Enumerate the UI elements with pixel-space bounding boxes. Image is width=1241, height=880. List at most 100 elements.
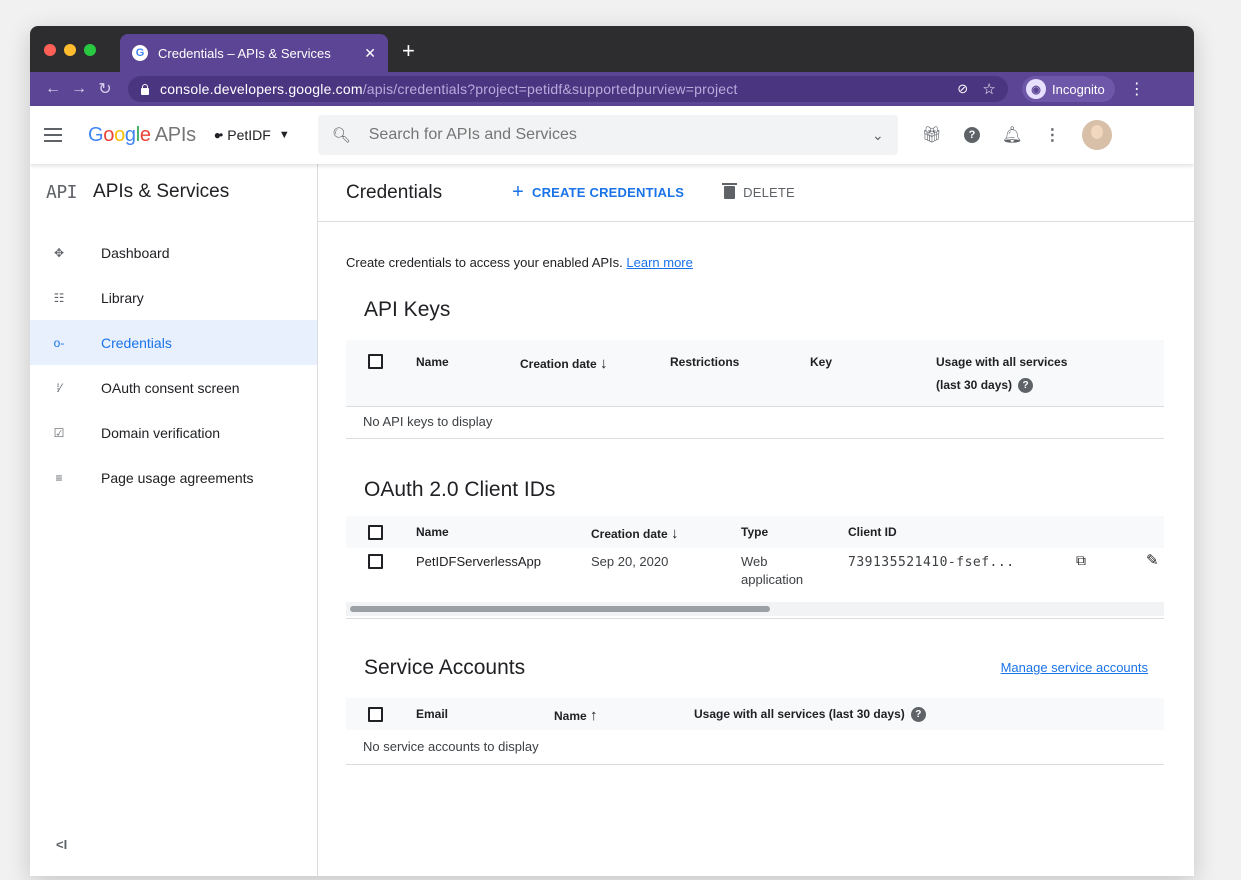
google-favicon-icon: G [132,45,148,61]
divider [346,764,1164,765]
create-credentials-button[interactable]: + CREATE CREDENTIALS [512,181,684,204]
bookmark-star-icon[interactable]: ☆ [982,80,996,98]
sidebar-title: API APIs & Services [30,164,317,220]
window-controls [44,44,96,56]
client-id: 739135521410-fsef... [848,555,1015,570]
url-host: console.developers.google.com [160,81,363,97]
manage-service-accounts-link[interactable]: Manage service accounts [1001,660,1148,675]
main-area: API APIs & Services ✥ Dashboard ☷ Librar… [30,164,1194,876]
browser-window: G Credentials – APIs & Services ✕ + ← → … [30,26,1194,876]
chevron-down-icon[interactable]: ⌄ [872,127,884,144]
lock-icon [140,83,150,95]
delete-button[interactable]: DELETE [722,183,795,200]
scrollbar-thumb[interactable] [350,606,770,612]
help-icon[interactable]: ? [964,127,981,143]
learn-more-link[interactable]: Learn more [626,255,692,270]
client-name[interactable]: PetIDFServerlessApp [416,554,541,569]
sidebar: API APIs & Services ✥ Dashboard ☷ Librar… [30,164,318,876]
sidebar-item-label: Domain verification [101,424,221,441]
sidebar-item-page-usage[interactable]: ≡ Page usage agreements [30,455,317,500]
tracking-off-icon[interactable]: ⊘ [957,81,968,97]
copy-icon[interactable]: ⧉ [1076,552,1086,569]
logo-apis-text: APIs [154,123,196,146]
divider [346,438,1164,439]
col-name[interactable]: Name [416,355,449,369]
content-header: Credentials + CREATE CREDENTIALS DELETE [318,164,1194,222]
divider [346,618,1164,619]
arrow-down-icon: ↓ [671,525,679,542]
google-apis-logo[interactable]: Google APIs [88,124,196,147]
delete-label: DELETE [743,185,795,200]
sidebar-item-domain-verification[interactable]: ☑ Domain verification [30,410,317,455]
page-title: Credentials [346,181,443,203]
col-name[interactable]: Name ↑ [554,707,598,724]
col-name[interactable]: Name [416,525,449,539]
plus-icon: + [512,181,524,203]
api-keys-table-header: Name Creation date ↓ Restrictions Key Us… [346,340,1164,406]
arrow-up-icon: ↑ [590,707,598,724]
library-icon: ☷ [53,290,65,305]
select-all-checkbox[interactable] [368,707,383,722]
col-usage[interactable]: Usage with all services [936,355,1067,369]
sidebar-item-oauth-consent[interactable]: ⁞⁄ OAuth consent screen [30,365,317,410]
sidebar-item-label: Page usage agreements [101,469,254,486]
sidebar-title-text: APIs & Services [93,181,230,202]
edit-pencil-icon[interactable]: ✎ [1146,551,1159,569]
maximize-window-button[interactable] [84,44,96,56]
col-usage-period: (last 30 days)? [936,378,1034,394]
tab-title: Credentials – APIs & Services [158,45,331,61]
create-credentials-label: CREATE CREDENTIALS [532,185,685,200]
browser-tab[interactable]: G Credentials – APIs & Services ✕ [120,34,388,72]
horizontal-scrollbar[interactable] [346,602,1164,616]
col-key[interactable]: Key [810,355,832,369]
help-icon[interactable]: ? [910,707,926,723]
checkbox-icon: ☑ [53,425,65,440]
project-selector[interactable]: ●• PetIDF ▼ [214,127,290,143]
menu-icon[interactable] [44,128,64,142]
col-creation-date[interactable]: Creation date ↓ [591,525,679,542]
url-field[interactable]: console.developers.google.com/apis/crede… [128,76,1008,102]
content-pane: Credentials + CREATE CREDENTIALS DELETE … [318,164,1194,876]
trash-icon [722,183,738,199]
close-window-button[interactable] [44,44,56,56]
select-all-checkbox[interactable] [368,525,383,540]
more-options-icon[interactable]: ⋮ [1044,125,1060,145]
new-tab-button[interactable]: + [402,38,415,64]
row-checkbox[interactable] [368,554,383,569]
oauth-table-header: Name Creation date ↓ Type Client ID [346,516,1164,548]
col-email[interactable]: Email [416,707,448,721]
collapse-sidebar-button[interactable]: <I [56,837,67,852]
select-all-checkbox[interactable] [368,354,383,369]
sidebar-item-credentials[interactable]: o- Credentials [30,320,317,365]
col-usage[interactable]: Usage with all services (last 30 days)? [694,707,926,723]
client-type-line1: Web [741,554,768,569]
back-icon[interactable]: ← [40,80,66,98]
col-creation-date[interactable]: Creation date ↓ [520,355,608,372]
console-header: Google APIs ●• PetIDF ▼ 🔍︎ ⌄ 🎁︎ ? 🔔︎ ⋮ [30,106,1194,164]
service-accounts-table-header: Email Name ↑ Usage with all services (la… [346,698,1164,730]
tab-bar: G Credentials – APIs & Services ✕ + [30,26,1194,72]
search-bar[interactable]: 🔍︎ ⌄ [317,115,898,155]
close-tab-icon[interactable]: ✕ [364,45,376,62]
col-type[interactable]: Type [741,525,768,539]
forward-icon[interactable]: → [66,80,92,98]
gift-icon[interactable]: 🎁︎ [922,125,942,145]
arrow-down-icon: ↓ [600,355,608,372]
table-row[interactable]: PetIDFServerlessApp Sep 20, 2020 Web app… [346,548,1164,600]
incognito-icon: ◉ [1026,79,1046,99]
search-input[interactable] [368,126,872,144]
notifications-bell-icon[interactable]: 🔔︎ [1002,125,1022,145]
reload-icon[interactable]: ↻ [92,79,118,99]
sidebar-item-dashboard[interactable]: ✥ Dashboard [30,230,317,275]
minimize-window-button[interactable] [64,44,76,56]
sidebar-item-library[interactable]: ☷ Library [30,275,317,320]
intro-text: Create credentials to access your enable… [346,255,693,270]
col-restrictions[interactable]: Restrictions [670,355,739,369]
col-client-id[interactable]: Client ID [848,525,897,539]
help-icon[interactable]: ? [1018,378,1034,394]
caret-down-icon: ▼ [278,129,290,141]
sidebar-nav: ✥ Dashboard ☷ Library o- Credentials ⁞⁄ … [30,230,317,500]
browser-menu-icon[interactable]: ⋮ [1129,79,1145,99]
incognito-badge[interactable]: ◉ Incognito [1022,76,1115,102]
avatar[interactable] [1082,120,1113,150]
